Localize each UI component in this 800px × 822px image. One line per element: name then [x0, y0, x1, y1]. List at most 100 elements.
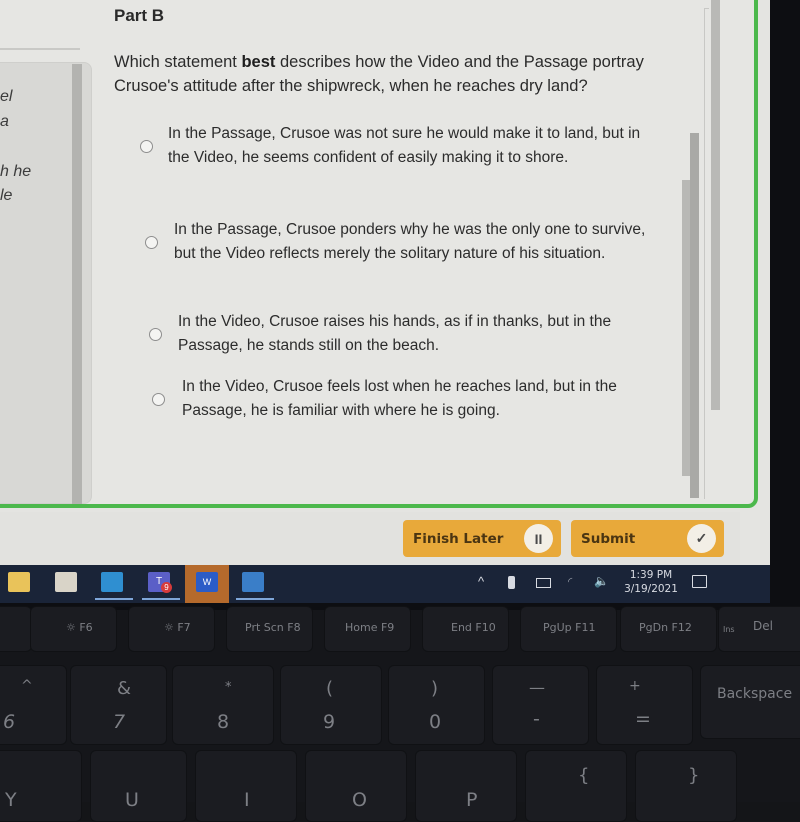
running-indicator — [142, 598, 180, 600]
passage-fragment: a — [0, 113, 9, 130]
key-label: Backspace — [717, 686, 793, 702]
key-label: Home F9 — [345, 621, 395, 634]
key-label: ^ — [21, 678, 33, 694]
notification-icon[interactable] — [692, 575, 707, 588]
chevron-up-icon[interactable]: ^ — [478, 574, 484, 589]
answer-option-2[interactable]: In the Passage, Crusoe ponders why he wa… — [145, 218, 649, 266]
key-label: & — [117, 678, 132, 699]
laptop-keyboard: ☼ F6 ☼ F7 Prt Scn F8 Home F9 End F10 PgU… — [0, 606, 800, 822]
page-scrollbar[interactable] — [711, 0, 720, 410]
word-letter: W — [202, 577, 212, 587]
key-label: Y — [5, 789, 17, 811]
wifi-icon[interactable]: ◜ — [568, 575, 572, 588]
mail-icon[interactable] — [101, 572, 123, 592]
key-label: O — [352, 789, 367, 811]
key-brace-open: { — [525, 750, 627, 822]
store-icon[interactable] — [55, 572, 77, 592]
key-9: ( 9 — [280, 665, 382, 745]
key-f7: ☼ F7 — [128, 606, 215, 652]
radio-button[interactable] — [145, 235, 158, 249]
key-8: * 8 — [172, 665, 274, 745]
key-u: U — [90, 750, 187, 822]
passage-scrollbar[interactable] — [72, 64, 82, 504]
key-0: ) 0 — [388, 665, 485, 745]
prompt-emphasis: best — [241, 53, 276, 71]
clock-time: 1:39 PM — [629, 569, 673, 581]
key-label: PgUp F11 — [543, 621, 596, 634]
finish-later-button[interactable]: Finish Later II — [403, 520, 561, 557]
key-minus: — - — [492, 665, 589, 745]
finish-later-label: Finish Later — [413, 530, 504, 547]
monitor-screen: el a h he le Part B Which statement best… — [0, 0, 800, 610]
running-indicator — [95, 598, 133, 600]
key-6: ^ 6 — [0, 665, 67, 745]
key-label: ) — [431, 678, 439, 699]
key-pgup: PgUp F11 — [520, 606, 617, 652]
key-pgdn: PgDn F12 — [620, 606, 717, 652]
clock-date: 3/19/2021 — [624, 583, 678, 595]
key-label: - — [533, 708, 540, 730]
key-equals: + = — [596, 665, 693, 745]
key-label: * — [225, 680, 232, 695]
option-text: In the Passage, Crusoe was not sure he w… — [168, 125, 641, 166]
key-label: { — [578, 765, 590, 786]
prompt-text: Which statement — [114, 53, 242, 71]
key-label: 7 — [113, 711, 126, 733]
key-label: 8 — [217, 711, 230, 733]
key-label: U — [125, 789, 139, 811]
submit-label: Submit — [581, 530, 636, 547]
question-prompt: Which statement best describes how the V… — [114, 50, 694, 98]
key-label: End F10 — [451, 621, 496, 634]
key-f6: ☼ F6 — [30, 606, 117, 652]
passage-fragment: el — [0, 88, 13, 105]
pause-icon: II — [524, 524, 553, 553]
assessment-app: el a h he le Part B Which statement best… — [0, 0, 770, 565]
key-label: 0 — [429, 711, 442, 733]
key-p: P — [415, 750, 517, 822]
passage-fragment: le — [0, 187, 13, 204]
key-label: — — [529, 678, 545, 697]
key-backspace: Backspace — [700, 665, 800, 739]
scroll-edge — [704, 8, 709, 499]
checkmark-icon: ✓ — [687, 524, 716, 553]
system-clock[interactable]: 1:39 PM 3/19/2021 — [616, 568, 686, 596]
question-scrollbar-track[interactable] — [682, 180, 690, 476]
key-prtscn: Prt Scn F8 — [226, 606, 313, 652]
file-explorer-icon[interactable] — [8, 572, 30, 592]
question-scrollbar-thumb[interactable] — [690, 133, 699, 498]
answer-option-3[interactable]: In the Video, Crusoe raises his hands, a… — [149, 310, 648, 358]
radio-button[interactable] — [149, 327, 162, 341]
left-divider — [0, 48, 80, 50]
part-title: Part B — [114, 6, 165, 25]
key-label: 9 — [323, 711, 336, 733]
key-label: Ins — [723, 625, 735, 634]
word-icon[interactable]: W — [196, 572, 218, 592]
answer-option-4[interactable]: In the Video, Crusoe feels lost when he … — [152, 375, 652, 423]
usb-icon[interactable] — [508, 576, 515, 589]
teams-badge: 9 — [161, 582, 172, 593]
radio-button[interactable] — [152, 392, 165, 406]
radio-button[interactable] — [140, 139, 153, 153]
key-label: } — [688, 765, 700, 786]
key-home: Home F9 — [324, 606, 411, 652]
answer-option-1[interactable]: In the Passage, Crusoe was not sure he w… — [140, 122, 648, 170]
key-label: + — [629, 678, 641, 694]
photos-icon[interactable] — [242, 572, 264, 592]
running-indicator — [236, 598, 274, 600]
key-y: Y — [0, 750, 82, 822]
key-brace-close: } — [635, 750, 737, 822]
volume-icon[interactable]: 🔈 — [594, 574, 609, 588]
key-label: ☼ F6 — [66, 621, 93, 634]
battery-icon[interactable] — [536, 578, 551, 588]
key-label: I — [244, 789, 250, 811]
key-ins-del: Ins Del — [718, 606, 800, 652]
option-text: In the Video, Crusoe raises his hands, a… — [178, 313, 612, 354]
key-label: P — [466, 789, 478, 811]
passage-fragment: h he — [0, 163, 32, 180]
option-text: In the Passage, Crusoe ponders why he wa… — [174, 221, 646, 262]
key-7: & 7 — [70, 665, 167, 745]
submit-button[interactable]: Submit ✓ — [571, 520, 724, 557]
key-label: PgDn F12 — [639, 621, 692, 634]
key-label: Del — [753, 619, 773, 633]
key — [0, 606, 32, 652]
